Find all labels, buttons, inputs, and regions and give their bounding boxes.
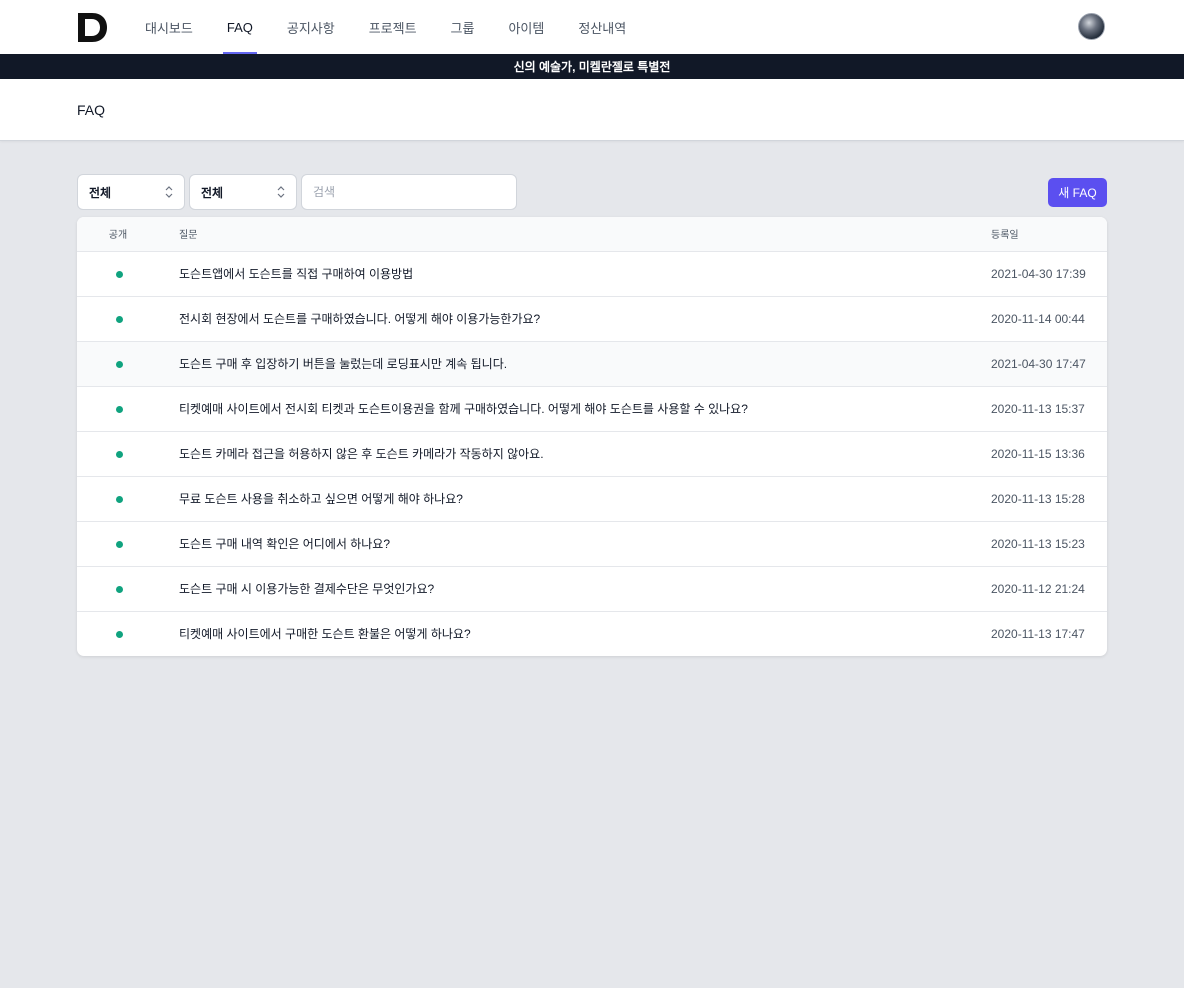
date-cell: 2020-11-14 00:44 — [991, 311, 1085, 326]
d-logo-icon — [78, 12, 107, 42]
nav-groups[interactable]: 그룹 — [451, 0, 475, 54]
question-cell[interactable]: 도슨트 구매 시 이용가능한 결제수단은 무엇인가요? — [159, 566, 991, 611]
header-question: 질문 — [159, 217, 991, 252]
page-title: FAQ — [77, 101, 106, 118]
nav-settlements[interactable]: 정산내역 — [578, 0, 626, 54]
public-status-cell — [77, 566, 159, 611]
status-dot-icon — [115, 315, 123, 323]
question-cell[interactable]: 도슨트앱에서 도슨트를 직접 구매하여 이용방법 — [159, 251, 991, 296]
question-cell[interactable]: 티켓예매 사이트에서 전시회 티켓과 도슨트이용권을 함께 구매하였습니다. 어… — [159, 386, 991, 431]
status-dot-icon — [115, 540, 123, 548]
nav-menu: 대시보드 FAQ 공지사항 프로젝트 그룹 아이템 정산내역 — [145, 0, 660, 54]
question-cell[interactable]: 도슨트 구매 후 입장하기 버튼을 눌렀는데 로딩표시만 계속 됩니다. — [159, 341, 991, 386]
question-cell[interactable]: 도슨트 구매 내역 확인은 어디에서 하나요? — [159, 521, 991, 566]
select-value: 전체 — [201, 185, 224, 200]
question-cell[interactable]: 전시회 현장에서 도슨트를 구매하였습니다. 어떻게 해야 이용가능한가요? — [159, 296, 991, 341]
table-row[interactable]: 도슨트 구매 후 입장하기 버튼을 눌렀는데 로딩표시만 계속 됩니다. 2021… — [77, 341, 1107, 386]
public-status-cell — [77, 251, 159, 296]
status-dot-icon — [115, 630, 123, 638]
public-status-cell — [77, 431, 159, 476]
table-header-row: 공개 질문 등록일 — [77, 217, 1107, 252]
status-dot-icon — [115, 270, 123, 278]
main-content: 전체 전체 새 FAQ 공개 질문 등록일 도슨트앱 — [0, 141, 1184, 656]
table-row[interactable]: 전시회 현장에서 도슨트를 구매하였습니다. 어떻게 해야 이용가능한가요? 20… — [77, 296, 1107, 341]
table-row[interactable]: 도슨트 카메라 접근을 허용하지 않은 후 도슨트 카메라가 작동하지 않아요.… — [77, 431, 1107, 476]
date-cell: 2021-04-30 17:39 — [991, 266, 1086, 281]
announcement-banner: 신의 예술가, 미켈란젤로 특별전 — [0, 54, 1184, 79]
search-input[interactable] — [301, 174, 517, 210]
chevron-up-down-icon — [277, 186, 285, 198]
faq-table-card: 공개 질문 등록일 도슨트앱에서 도슨트를 직접 구매하여 이용방법 2021-0… — [77, 217, 1107, 656]
status-dot-icon — [115, 495, 123, 503]
nav-items[interactable]: 아이템 — [508, 0, 544, 54]
date-cell: 2020-11-13 15:28 — [991, 491, 1085, 506]
header-date: 등록일 — [991, 217, 1107, 252]
question-cell[interactable]: 도슨트 카메라 접근을 허용하지 않은 후 도슨트 카메라가 작동하지 않아요. — [159, 431, 991, 476]
nav-faq[interactable]: FAQ — [222, 0, 257, 54]
date-cell: 2020-11-15 13:36 — [991, 446, 1085, 461]
user-avatar[interactable] — [1078, 13, 1105, 40]
chevron-up-down-icon — [165, 186, 173, 198]
public-status-cell — [77, 296, 159, 341]
question-cell[interactable]: 티켓예매 사이트에서 구매한 도슨트 환불은 어떻게 하나요? — [159, 611, 991, 656]
nav-dashboard[interactable]: 대시보드 — [145, 0, 193, 54]
status-dot-icon — [115, 405, 123, 413]
brand-logo[interactable] — [77, 12, 108, 43]
public-status-cell — [77, 386, 159, 431]
faq-table: 공개 질문 등록일 도슨트앱에서 도슨트를 직접 구매하여 이용방법 2021-0… — [77, 217, 1107, 656]
table-row[interactable]: 도슨트 구매 내역 확인은 어디에서 하나요? 2020-11-13 15:23 — [77, 521, 1107, 566]
page-header: FAQ — [0, 79, 1184, 141]
status-dot-icon — [115, 360, 123, 368]
header-public: 공개 — [77, 217, 159, 252]
public-status-cell — [77, 476, 159, 521]
public-status-cell — [77, 521, 159, 566]
table-row[interactable]: 티켓예매 사이트에서 전시회 티켓과 도슨트이용권을 함께 구매하였습니다. 어… — [77, 386, 1107, 431]
status-dot-icon — [115, 585, 123, 593]
date-cell: 2020-11-13 15:23 — [991, 536, 1085, 551]
filter-toolbar: 전체 전체 새 FAQ — [77, 174, 1107, 210]
nav-notices[interactable]: 공지사항 — [287, 0, 335, 54]
select-value: 전체 — [89, 185, 112, 200]
new-faq-button[interactable]: 새 FAQ — [1048, 177, 1107, 207]
table-row[interactable]: 도슨트 구매 시 이용가능한 결제수단은 무엇인가요? 2020-11-12 21… — [77, 566, 1107, 611]
visibility-filter-select[interactable]: 전체 — [77, 174, 185, 210]
date-cell: 2020-11-12 21:24 — [991, 581, 1085, 596]
table-row[interactable]: 티켓예매 사이트에서 구매한 도슨트 환불은 어떻게 하나요? 2020-11-1… — [77, 611, 1107, 656]
banner-text: 신의 예술가, 미켈란젤로 특별전 — [513, 60, 671, 74]
category-filter-select[interactable]: 전체 — [189, 174, 297, 210]
public-status-cell — [77, 611, 159, 656]
public-status-cell — [77, 341, 159, 386]
date-cell: 2020-11-13 15:37 — [991, 401, 1085, 416]
table-row[interactable]: 무료 도슨트 사용을 취소하고 싶으면 어떻게 해야 하나요? 2020-11-1… — [77, 476, 1107, 521]
status-dot-icon — [115, 450, 123, 458]
date-cell: 2020-11-13 17:47 — [991, 626, 1085, 641]
top-navigation: 대시보드 FAQ 공지사항 프로젝트 그룹 아이템 정산내역 — [0, 0, 1184, 54]
table-row[interactable]: 도슨트앱에서 도슨트를 직접 구매하여 이용방법 2021-04-30 17:39 — [77, 251, 1107, 296]
question-cell[interactable]: 무료 도슨트 사용을 취소하고 싶으면 어떻게 해야 하나요? — [159, 476, 991, 521]
date-cell: 2021-04-30 17:47 — [991, 356, 1086, 371]
nav-projects[interactable]: 프로젝트 — [369, 0, 417, 54]
